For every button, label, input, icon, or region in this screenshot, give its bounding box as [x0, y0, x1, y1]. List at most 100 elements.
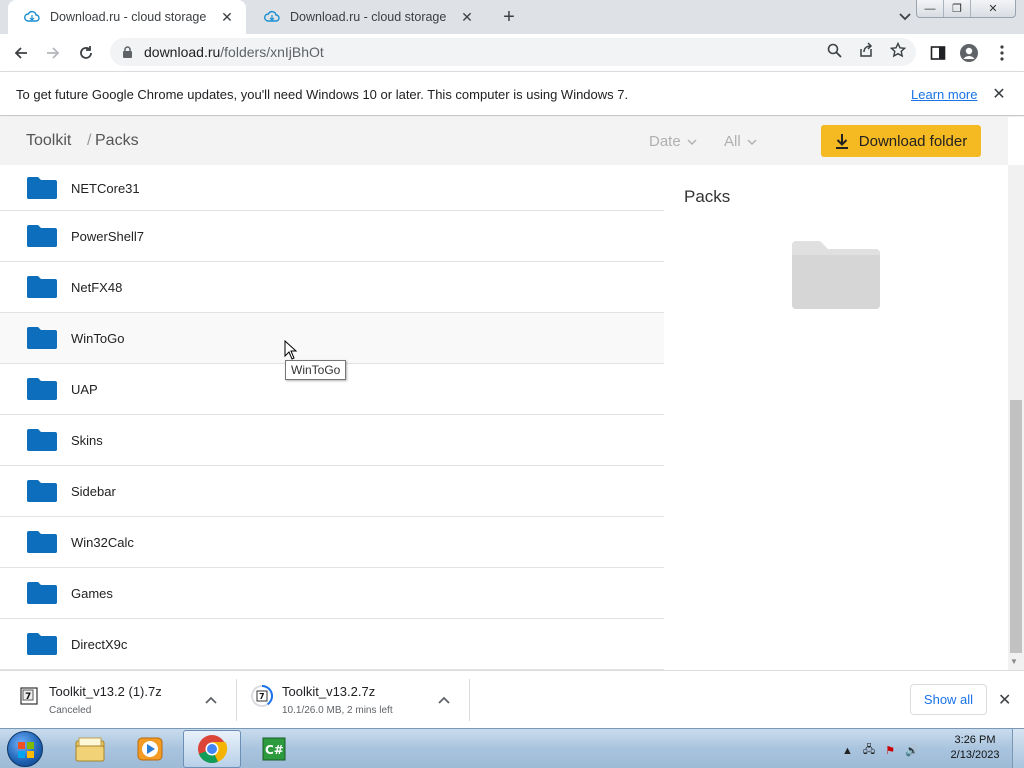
system-tray: ▲ 🖧 ⚑ 🔊 — [842, 741, 919, 760]
folder-name[interactable]: Games — [71, 586, 113, 601]
archive-file-progress-icon: 7 — [251, 684, 274, 707]
profile-avatar-icon[interactable] — [959, 43, 979, 63]
folder-name[interactable]: UAP — [71, 382, 98, 397]
folder-row[interactable]: PowerShell7 — [0, 211, 664, 262]
shelf-close-icon[interactable]: ✕ — [998, 690, 1011, 710]
network-icon[interactable]: 🖧 — [863, 741, 875, 760]
folder-row[interactable]: Skins — [0, 415, 664, 466]
download-status: Canceled — [49, 705, 92, 716]
close-tab-icon[interactable]: ✕ — [218, 8, 236, 26]
download-item[interactable]: 7 Toolkit_v13.2 (1).7z Canceled — [0, 679, 232, 723]
taskbar-csharp-app[interactable]: C# — [245, 730, 303, 768]
lock-icon[interactable] — [120, 45, 134, 59]
type-filter-dropdown[interactable]: All — [724, 133, 757, 150]
folder-row[interactable]: Win32Calc — [0, 517, 664, 568]
minimize-icon[interactable]: — — [917, 0, 944, 17]
svg-text:C#: C# — [265, 743, 284, 757]
folder-icon — [27, 480, 57, 502]
folder-name[interactable]: NETCore31 — [71, 181, 140, 196]
show-hidden-icons-icon[interactable]: ▲ — [842, 745, 853, 757]
reload-icon[interactable] — [73, 40, 99, 66]
share-icon[interactable] — [857, 41, 875, 59]
tab-download-ru[interactable]: Download.ru - cloud storage ✕ — [248, 0, 486, 34]
chevron-up-icon[interactable] — [205, 693, 217, 707]
window-controls: — ❐ ✕ — [916, 0, 1016, 18]
browser-toolbar: download.ru/folders/xnIjBhOt — [0, 34, 1024, 71]
show-all-button[interactable]: Show all — [910, 684, 987, 715]
tab-title: Download.ru - cloud storage — [50, 10, 207, 24]
folder-name[interactable]: Sidebar — [71, 484, 116, 499]
tab-search-chevron-icon[interactable] — [894, 7, 916, 27]
taskbar-media-player[interactable] — [121, 730, 179, 768]
action-center-flag-icon[interactable]: ⚑ — [885, 744, 895, 757]
show-desktop-button[interactable] — [1012, 729, 1024, 768]
taskbar-clock[interactable]: 3:26 PM 2/13/2023 — [942, 733, 1008, 763]
breadcrumb-separator: / — [87, 132, 92, 149]
tab-strip: Download.ru - cloud storage ✕ Download.r… — [0, 0, 1024, 34]
cloud-icon — [24, 9, 40, 25]
windows-logo-icon — [18, 742, 34, 758]
folder-row[interactable]: NetFX48 — [0, 262, 664, 313]
window-close-icon[interactable]: ✕ — [971, 0, 1015, 17]
tab-download-ru-active[interactable]: Download.ru - cloud storage ✕ — [8, 0, 246, 34]
folder-name[interactable]: NetFX48 — [71, 280, 122, 295]
new-tab-icon[interactable]: + — [498, 6, 520, 28]
bookmark-star-icon[interactable] — [889, 41, 907, 59]
folder-name[interactable]: Skins — [71, 433, 103, 448]
svg-text:7: 7 — [259, 692, 265, 701]
folder-icon — [27, 276, 57, 298]
infobar-close-icon[interactable]: ✕ — [990, 85, 1008, 103]
search-icon[interactable] — [825, 41, 843, 59]
folder-row[interactable]: Games — [0, 568, 664, 619]
download-item[interactable]: 7 Toolkit_v13.2.7z 10.1/26.0 MB, 2 mins … — [233, 679, 465, 723]
taskbar-chrome[interactable] — [183, 730, 241, 768]
download-folder-button[interactable]: Download folder — [821, 125, 981, 157]
folder-icon — [27, 531, 57, 553]
folder-list: NETCore31 PowerShell7 NetFX48 WinToGo UAP Ski… — [0, 166, 664, 670]
taskbar-explorer[interactable] — [61, 730, 119, 768]
date-filter-label: Date — [649, 133, 681, 150]
page-content: Toolkit / Packs Date All Download folder… — [0, 117, 1024, 670]
folder-row[interactable]: Sidebar — [0, 466, 664, 517]
media-player-icon — [137, 737, 163, 761]
menu-kebab-icon[interactable] — [992, 43, 1012, 63]
volume-icon[interactable]: 🔊 — [905, 744, 919, 757]
folder-row[interactable]: NETCore31 — [0, 166, 664, 211]
folder-preview-icon — [792, 241, 880, 309]
infobar-message: To get future Google Chrome updates, you… — [16, 87, 629, 102]
forward-arrow-icon[interactable] — [40, 40, 66, 66]
scrollbar-thumb[interactable] — [1010, 400, 1022, 653]
folder-row[interactable]: DirectX9c — [0, 619, 664, 670]
breadcrumb-root[interactable]: Toolkit — [26, 132, 71, 150]
download-filename: Toolkit_v13.2.7z — [282, 684, 376, 699]
folder-icon — [27, 429, 57, 451]
folder-icon — [27, 378, 57, 400]
scroll-down-arrow-icon[interactable]: ▼ — [1010, 657, 1018, 666]
learn-more-link[interactable]: Learn more — [911, 87, 977, 102]
chevron-down-icon — [747, 136, 757, 148]
svg-text:7: 7 — [25, 692, 31, 702]
download-shelf: 7 Toolkit_v13.2 (1).7z Canceled 7 Toolki… — [0, 670, 1024, 728]
close-tab-icon[interactable]: ✕ — [458, 8, 476, 26]
download-folder-label: Download folder — [858, 132, 968, 150]
folder-icon — [27, 327, 57, 349]
folder-name[interactable]: DirectX9c — [71, 637, 127, 652]
back-arrow-icon[interactable] — [8, 40, 34, 66]
folder-name[interactable]: Win32Calc — [71, 535, 134, 550]
date-filter-dropdown[interactable]: Date — [649, 133, 697, 150]
clock-time: 3:26 PM — [954, 734, 996, 746]
folder-name[interactable]: PowerShell7 — [71, 229, 144, 244]
side-panel-icon[interactable] — [928, 43, 948, 63]
download-filename: Toolkit_v13.2 (1).7z — [49, 684, 162, 699]
tab-title: Download.ru - cloud storage — [290, 10, 447, 24]
cloud-icon — [264, 9, 280, 25]
csharp-icon: C# — [262, 737, 286, 761]
start-button[interactable] — [7, 731, 43, 767]
chevron-down-icon — [687, 136, 697, 148]
chevron-up-icon[interactable] — [438, 693, 450, 707]
restore-icon[interactable]: ❐ — [944, 0, 971, 17]
folder-name[interactable]: WinToGo — [71, 331, 124, 346]
address-bar[interactable]: download.ru/folders/xnIjBhOt — [110, 38, 916, 66]
chrome-icon — [198, 735, 228, 764]
folder-row[interactable]: WinToGo — [0, 313, 664, 364]
